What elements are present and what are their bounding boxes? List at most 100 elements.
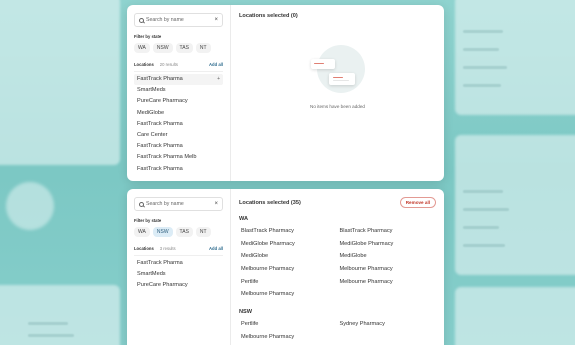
selected-item[interactable]: MediGlobe Pharmacy [338, 238, 437, 251]
empty-state: No items have been added [231, 45, 444, 109]
chip-nsw-active[interactable]: NSW [152, 227, 173, 237]
selected-item[interactable]: Pertlife [239, 318, 338, 331]
selected-item[interactable]: MediGlobe [338, 250, 437, 263]
selected-item[interactable]: Pertlife [239, 276, 338, 289]
selected-item[interactable]: BlastTrack Pharmacy [338, 225, 437, 238]
chip-tas[interactable]: TAS [175, 43, 193, 53]
selected-panel: Locations selected (35) Remove all WA Bl… [231, 189, 444, 345]
results-count: 3 results [159, 246, 176, 251]
search-input[interactable]: Search by name × [134, 197, 223, 211]
background-line [463, 244, 505, 247]
selected-panel: Locations selected (0) No items have bee… [231, 5, 444, 181]
search-input[interactable]: Search by name × [134, 13, 223, 27]
chip-nt[interactable]: NT [195, 43, 211, 53]
list-item[interactable]: FastTrack Pharma [134, 258, 223, 269]
background-line [463, 208, 509, 211]
list-item[interactable]: SmartMeds [134, 269, 223, 280]
state-filter: WA NSW TAS NT [134, 43, 223, 53]
chip-nt[interactable]: NT [195, 227, 211, 237]
search-placeholder: Search by name [146, 201, 184, 207]
remove-all-button[interactable]: Remove all [399, 197, 436, 208]
selected-header: Locations selected (35) Remove all [239, 197, 436, 208]
background-panel-right-top [455, 0, 575, 115]
list-item[interactable]: Care Center [134, 130, 223, 141]
location-picker-selected: Search by name × Filter by state WA NSW … [127, 189, 444, 345]
list-item-label: FastTrack Pharma [137, 260, 183, 266]
background-panel-right-bottom [455, 287, 575, 345]
list-item[interactable]: PureCare Pharmacy [134, 280, 223, 291]
selected-item[interactable]: Sydney Pharmacy [338, 318, 437, 331]
add-all-link[interactable]: Add all [209, 62, 223, 67]
selected-item[interactable]: BlastTrack Pharmacy [239, 225, 338, 238]
locations-header: Locations 20 results Add all [134, 62, 223, 72]
chip-wa[interactable]: WA [134, 227, 150, 237]
list-item-label: FastTrack Pharma [137, 165, 183, 172]
background-line [28, 322, 68, 325]
background-line [463, 30, 503, 33]
state-filter: WA NSW TAS NT [134, 227, 223, 237]
list-item[interactable]: FastTrack Pharma [134, 119, 223, 130]
locations-label: Locations [134, 62, 154, 67]
locations-list: FastTrack Pharma SmartMeds PureCare Phar… [134, 258, 223, 292]
selected-item[interactable]: MediGlobe Pharmacy [239, 238, 338, 251]
selected-item[interactable]: Melbourne Pharmacy [239, 288, 338, 301]
add-icon[interactable]: + [217, 74, 223, 85]
selected-title: Locations selected (0) [239, 13, 298, 19]
list-item-label: MediGlobe [137, 109, 165, 116]
list-item-label: FastTrack Pharma [137, 120, 183, 127]
list-item-label: FastTrack Pharma [137, 76, 183, 82]
empty-message: No items have been added [310, 104, 365, 109]
filter-title: Filter by state [134, 34, 162, 39]
selected-title: Locations selected (35) [239, 199, 301, 206]
list-item-label: SmartMeds [137, 271, 166, 278]
group-heading-wa: WA [239, 216, 249, 222]
background-line [463, 190, 503, 193]
background-line [463, 66, 507, 69]
locations-panel: Search by name × Filter by state WA NSW … [127, 189, 231, 345]
list-item[interactable]: FastTrack Pharma Melb [134, 152, 223, 163]
selected-item[interactable]: Melbourne Pharmacy [239, 263, 338, 276]
background-line [28, 334, 74, 337]
selected-item[interactable]: MediGlobe [239, 250, 338, 263]
background-line [463, 48, 499, 51]
chip-tas[interactable]: TAS [175, 227, 193, 237]
selected-grid-nsw: Pertlife Sydney Pharmacy Melbourne Pharm… [239, 318, 436, 343]
list-item-label: PureCare Pharmacy [137, 98, 188, 105]
selected-item[interactable]: Melbourne Pharmacy [338, 276, 437, 289]
list-item[interactable]: FastTrack Pharma + [134, 74, 223, 86]
locations-panel: Search by name × Filter by state WA NSW … [127, 5, 231, 181]
background-line [463, 84, 501, 87]
search-placeholder: Search by name [146, 17, 184, 23]
chip-wa[interactable]: WA [134, 43, 150, 53]
locations-header: Locations 3 results Add all [134, 246, 223, 256]
group-heading-nsw: NSW [239, 309, 253, 316]
locations-list: FastTrack Pharma + SmartMeds PureCare Pha… [134, 74, 223, 175]
results-count: 20 results [159, 62, 178, 67]
search-icon [139, 201, 144, 207]
empty-state-illustration [310, 45, 365, 97]
selected-grid-wa: BlastTrack Pharmacy BlastTrack Pharmacy … [239, 225, 436, 301]
clear-icon[interactable]: × [214, 201, 218, 207]
background-panel-left-top [0, 0, 120, 165]
selected-item[interactable]: Melbourne Pharmacy [338, 263, 437, 276]
background-line [463, 226, 499, 229]
list-item-label: SmartMeds [137, 87, 166, 94]
list-item-label: Care Center [137, 131, 168, 138]
clear-icon[interactable]: × [214, 17, 218, 23]
background-illustration [6, 182, 54, 230]
list-item-label: FastTrack Pharma Melb [137, 154, 197, 161]
list-item[interactable]: MediGlobe [134, 108, 223, 119]
location-picker-empty: Search by name × Filter by state WA NSW … [127, 5, 444, 181]
chip-nsw[interactable]: NSW [152, 43, 173, 53]
locations-label: Locations [134, 246, 154, 251]
filter-title: Filter by state [134, 218, 162, 223]
list-item-label: PureCare Pharmacy [137, 282, 188, 289]
list-item-label: FastTrack Pharma [137, 143, 183, 150]
add-all-link[interactable]: Add all [209, 246, 223, 251]
selected-item[interactable]: Melbourne Pharmacy [239, 331, 338, 344]
list-item[interactable]: FastTrack Pharma [134, 164, 223, 175]
background-panel-right-mid [455, 135, 575, 275]
list-item[interactable]: FastTrack Pharma [134, 141, 223, 152]
list-item[interactable]: SmartMeds [134, 85, 223, 96]
list-item[interactable]: PureCare Pharmacy [134, 96, 223, 107]
